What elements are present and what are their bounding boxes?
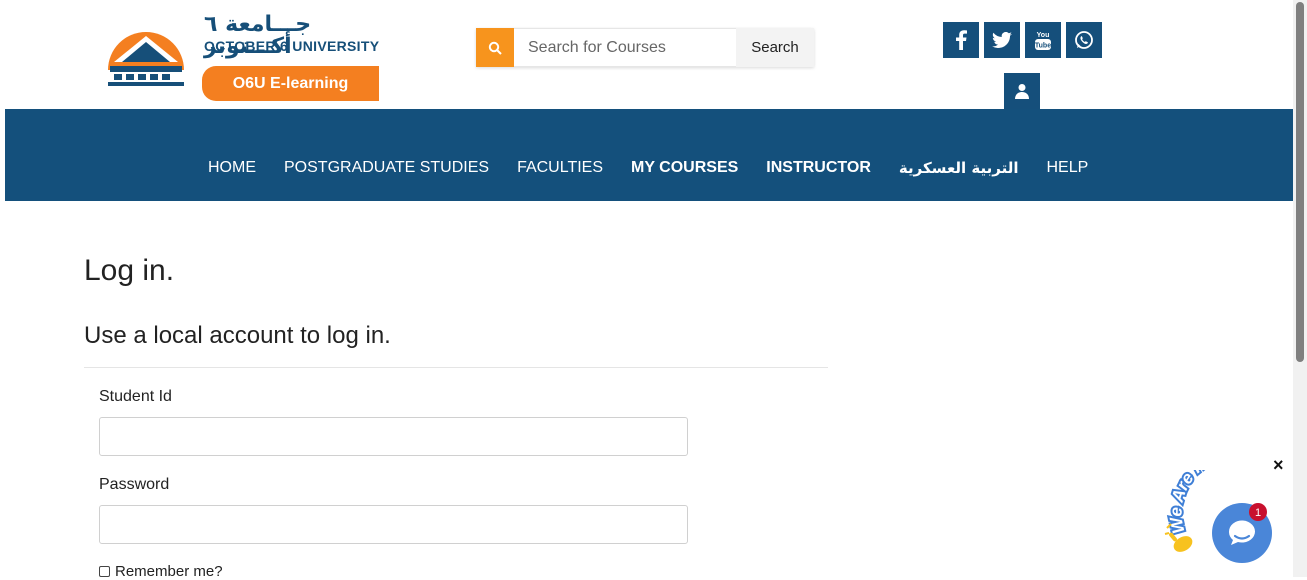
remember-me-checkbox[interactable] (99, 566, 110, 577)
search-input[interactable] (514, 28, 736, 67)
nav-item-instructor[interactable]: INSTRUCTOR (766, 159, 871, 177)
nav-item-military-education[interactable]: التربية العسكرية (899, 159, 1019, 177)
facebook-icon[interactable] (943, 22, 979, 58)
section-divider (84, 367, 828, 368)
user-icon[interactable] (1004, 73, 1040, 109)
youtube-icon[interactable]: You Tube (1025, 22, 1061, 58)
twitter-icon[interactable] (984, 22, 1020, 58)
student-id-field[interactable] (99, 417, 688, 456)
student-id-label: Student Id (99, 388, 172, 405)
nav-menu: HOME POSTGRADUATE STUDIES FACULTIES MY C… (208, 159, 1116, 177)
chat-badge-count: 1 (1255, 507, 1261, 519)
whatsapp-icon[interactable] (1066, 22, 1102, 58)
password-field[interactable] (99, 505, 688, 544)
university-badge-icon (108, 32, 184, 86)
page-subtitle: Use a local account to log in. (84, 322, 391, 349)
svg-text:You: You (1037, 32, 1050, 39)
svg-text:Tube: Tube (1035, 43, 1051, 50)
nav-item-help[interactable]: HELP (1046, 159, 1088, 177)
page-title: Log in. (84, 254, 175, 287)
chat-widget[interactable]: We Are Here! 1 (1163, 441, 1291, 570)
password-label: Password (99, 476, 170, 493)
main-nav: HOME POSTGRADUATE STUDIES FACULTIES MY C… (5, 109, 1293, 201)
logo-elearning-label: O6U E-learning (202, 66, 379, 101)
nav-item-my-courses[interactable]: MY COURSES (631, 159, 738, 177)
nav-item-faculties[interactable]: FACULTIES (517, 159, 603, 177)
site-header: جـــامعة ٦ أكـــتوبر OCTOBER 6 UNIVERSIT… (0, 0, 1293, 109)
search-icon[interactable] (476, 28, 514, 67)
chat-widget-graphic: We Are Here! 1 (1164, 441, 1272, 563)
remember-me[interactable]: Remember me? (99, 563, 223, 580)
remember-me-label: Remember me? (115, 563, 223, 580)
social-links: You Tube (943, 22, 1102, 58)
page-scrollbar[interactable] (1293, 0, 1307, 577)
logo-university-name: OCTOBER 6 UNIVERSITY (204, 38, 380, 54)
scrollbar-thumb[interactable] (1296, 2, 1304, 362)
nav-item-postgraduate-studies[interactable]: POSTGRADUATE STUDIES (284, 159, 489, 177)
university-logo[interactable]: جـــامعة ٦ أكـــتوبر OCTOBER 6 UNIVERSIT… (100, 10, 382, 104)
course-search: Search (476, 28, 814, 67)
nav-item-home[interactable]: HOME (208, 159, 256, 177)
search-button[interactable]: Search (736, 28, 814, 67)
